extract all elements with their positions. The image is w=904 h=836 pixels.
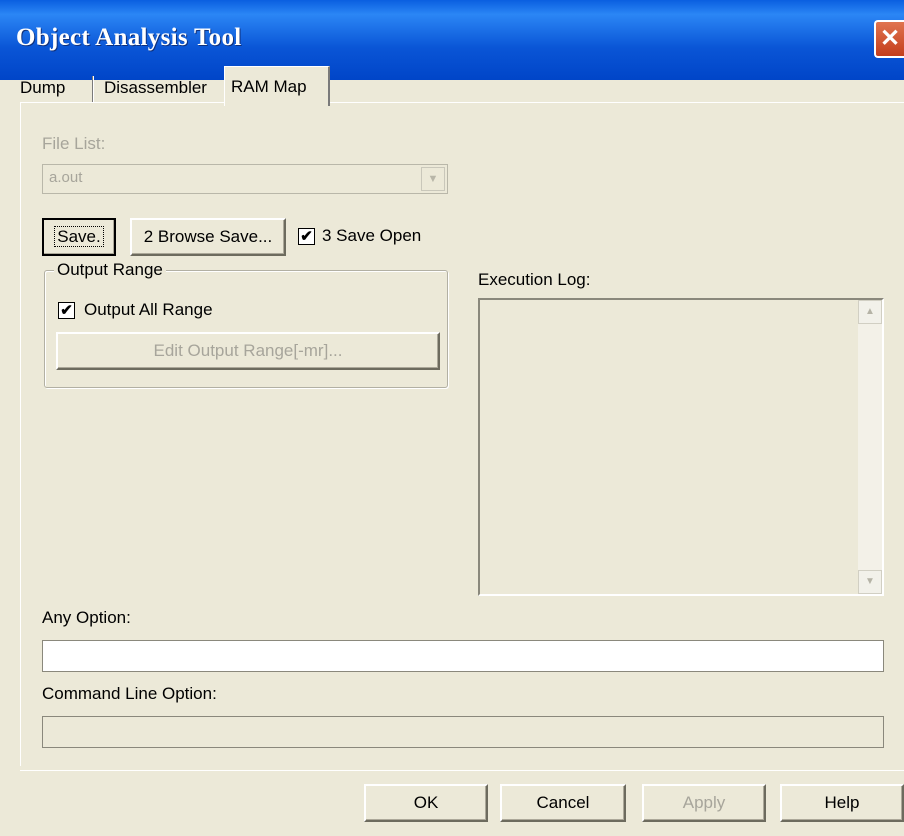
cancel-button[interactable]: Cancel [500, 784, 626, 822]
save-button-label: Save. [54, 226, 104, 247]
chevron-down-icon[interactable]: ▼ [421, 167, 445, 191]
file-list-dropdown[interactable]: a.out ▼ [42, 164, 448, 194]
ok-button[interactable]: OK [364, 784, 488, 822]
window-title: Object Analysis Tool [16, 24, 242, 51]
check-icon: ✔ [300, 228, 313, 245]
dialog-window: Object Analysis Tool ✕ Dump Disassembler… [0, 0, 904, 836]
footer-divider [20, 770, 904, 771]
arrow-up-icon[interactable]: ▲ [858, 300, 882, 324]
output-all-range-checkbox[interactable]: ✔ [58, 302, 75, 319]
output-all-range-label: Output All Range [84, 300, 213, 319]
title-bar: Object Analysis Tool ✕ [0, 0, 904, 80]
command-line-option-field [42, 716, 884, 748]
execution-log-area[interactable]: ▲ ▼ [478, 298, 884, 596]
command-line-option-label: Command Line Option: [42, 684, 217, 703]
tab-dump[interactable]: Dump [14, 74, 71, 102]
any-option-input[interactable] [42, 640, 884, 672]
execution-log-label: Execution Log: [478, 270, 591, 289]
output-range-title: Output Range [54, 260, 166, 280]
any-option-label: Any Option: [42, 608, 131, 627]
file-list-value: a.out [49, 169, 83, 186]
close-button[interactable]: ✕ [874, 20, 904, 58]
check-icon: ✔ [60, 302, 73, 319]
save-open-label: 3 Save Open [322, 226, 422, 245]
save-button[interactable]: Save. [42, 218, 116, 256]
log-scrollbar[interactable]: ▲ ▼ [858, 300, 882, 594]
edit-output-range-button[interactable]: Edit Output Range[-mr]... [56, 332, 440, 370]
close-icon: ✕ [879, 25, 901, 52]
tab-ram-map[interactable]: RAM Map [224, 66, 330, 106]
help-button[interactable]: Help [780, 784, 904, 822]
arrow-down-icon[interactable]: ▼ [858, 570, 882, 594]
apply-button[interactable]: Apply [642, 784, 766, 822]
tab-separator [92, 76, 94, 102]
tab-disassembler[interactable]: Disassembler [98, 74, 213, 102]
file-list-label: File List: [42, 134, 106, 153]
output-range-group [44, 270, 448, 388]
save-open-checkbox[interactable]: ✔ [298, 228, 315, 245]
browse-save-button[interactable]: 2 Browse Save... [130, 218, 286, 256]
